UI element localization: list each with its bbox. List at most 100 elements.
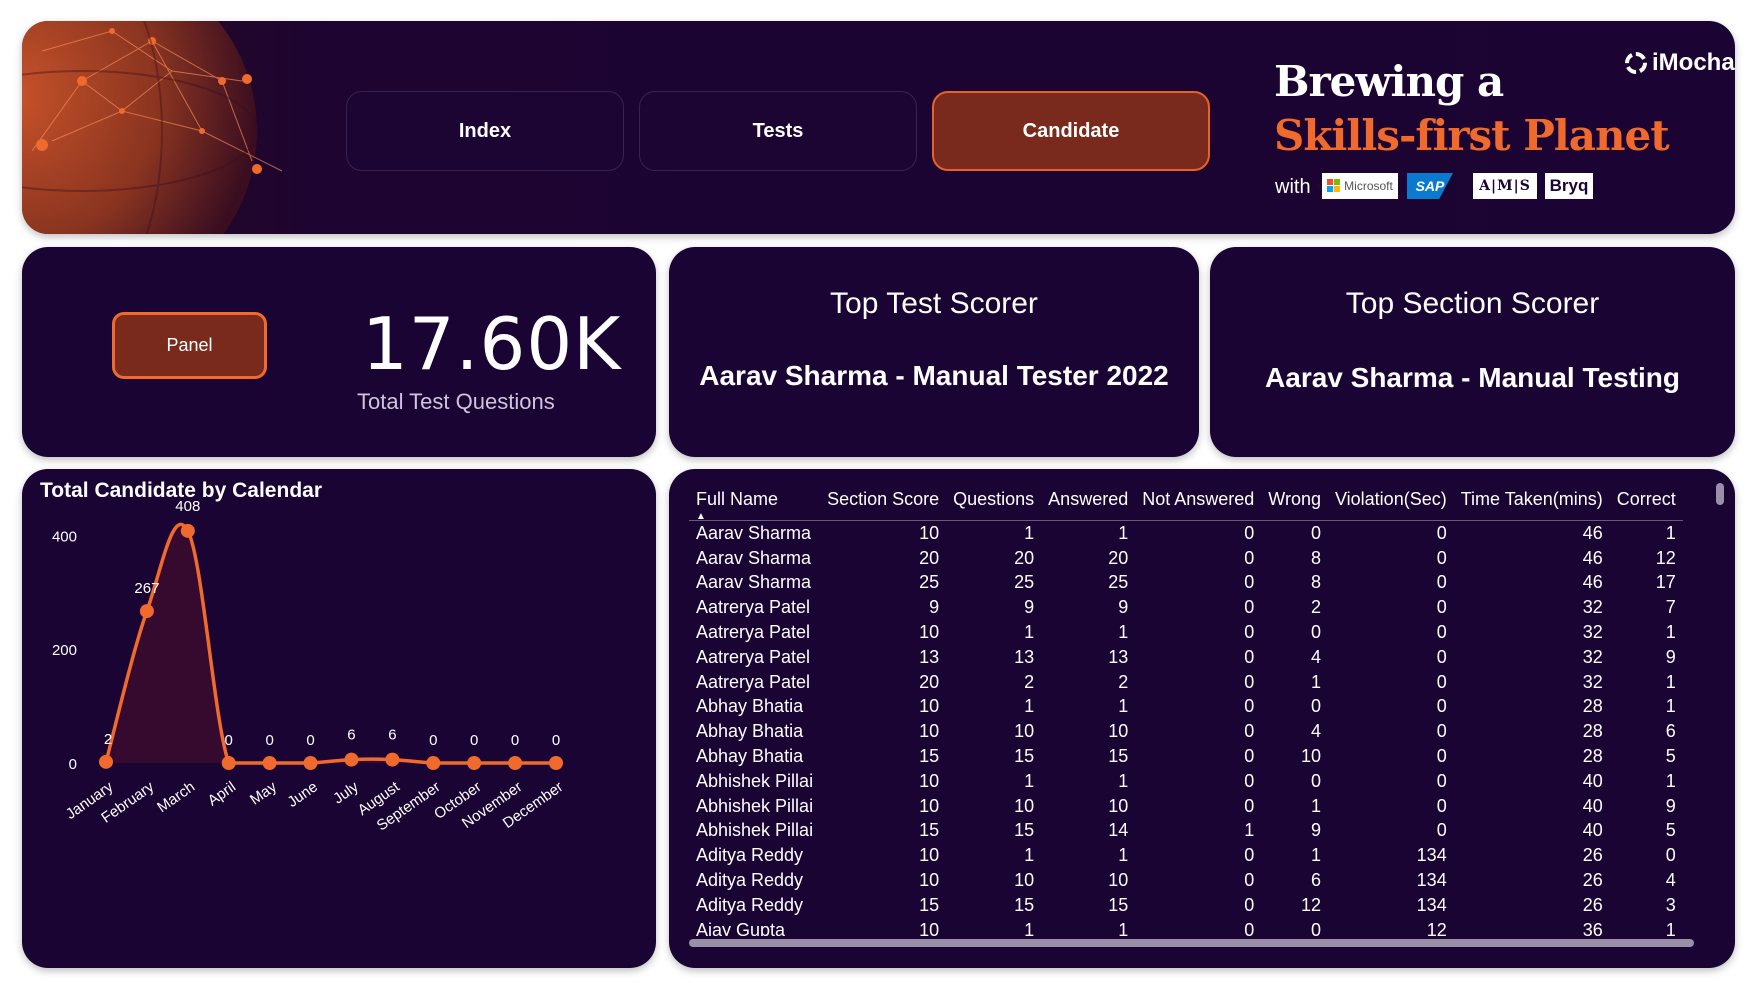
table-row[interactable]: Aarav Sharma 10 1 1 0 0 0 46 1 bbox=[689, 521, 1683, 546]
column-header[interactable]: Answered bbox=[1041, 481, 1136, 521]
calendar-line-chart[interactable]: 020040022674080 0 0 6 6 0 0 0 0JanuaryFebruaryMa… bbox=[22, 469, 656, 968]
table-row[interactable]: Ajay Gupta 10 1 1 0 0 12 36 1 bbox=[689, 918, 1683, 936]
panel-button[interactable]: Panel bbox=[112, 312, 267, 379]
table-row[interactable]: Aditya Reddy 10 1 1 0 1 134 26 0 bbox=[689, 843, 1683, 868]
table-cell: 1 bbox=[1118, 845, 1129, 866]
x-tick-label: April bbox=[205, 778, 239, 809]
header-banner: Index Tests Candidate Brewing a Skills-f… bbox=[22, 21, 1735, 234]
table-cell: 10 bbox=[919, 795, 940, 816]
table-cell: 0 bbox=[1244, 522, 1255, 543]
table-cell: Aarav Sharma bbox=[696, 522, 812, 543]
nav-index-button[interactable]: Index bbox=[346, 91, 624, 171]
column-header[interactable]: Correct bbox=[1609, 481, 1683, 521]
table-row[interactable]: Aditya Reddy 15 15 15 0 12 134 26 3 bbox=[689, 893, 1683, 918]
table-cell: 0 bbox=[1244, 646, 1255, 667]
column-header[interactable]: Not Answered bbox=[1135, 481, 1262, 521]
table-cell: 0 bbox=[1436, 522, 1447, 543]
table-cell: 12 bbox=[1426, 919, 1447, 936]
vertical-scrollbar[interactable] bbox=[1716, 483, 1724, 505]
table-cell: 5 bbox=[1665, 820, 1676, 841]
table-cell: 0 bbox=[1310, 919, 1321, 936]
table-row[interactable]: Abhishek Pillai 15 15 14 1 9 0 40 5 bbox=[689, 819, 1683, 844]
table-row[interactable]: Aatrerya Patel 10 1 1 0 0 0 32 1 bbox=[689, 620, 1683, 645]
table-cell: 1 bbox=[1310, 845, 1321, 866]
table-cell: 25 bbox=[1108, 572, 1129, 593]
table-cell: Aatrerya Patel bbox=[696, 622, 811, 643]
table-cell: 9 bbox=[929, 597, 940, 618]
table-row[interactable]: Aatrerya Patel 20 2 2 0 1 0 32 1 bbox=[689, 670, 1683, 695]
table-row[interactable]: Aatrerya Patel 13 13 13 0 4 0 32 9 bbox=[689, 645, 1683, 670]
table-cell: 46 bbox=[1582, 572, 1603, 593]
nav-candidate-button[interactable]: Candidate bbox=[932, 91, 1210, 171]
candidate-table-scroll-area[interactable]: Full Name ▲ Section Score Questions Answered… bbox=[689, 481, 1714, 936]
table-cell: 0 bbox=[1244, 795, 1255, 816]
column-header[interactable]: Time Taken(mins) bbox=[1453, 481, 1610, 521]
table-cell: 0 bbox=[1244, 870, 1255, 891]
table-cell: 0 bbox=[1244, 547, 1255, 568]
table-row[interactable]: Abhay Bhatia 10 1 1 0 0 0 28 1 bbox=[689, 695, 1683, 720]
table-cell: 10 bbox=[1014, 870, 1035, 891]
table-cell: 0 bbox=[1244, 919, 1255, 936]
table-row[interactable]: Abhay Bhatia 15 15 15 0 10 0 28 5 bbox=[689, 744, 1683, 769]
column-header[interactable]: Violation(Sec) bbox=[1327, 481, 1454, 521]
table-row[interactable]: Aarav Sharma 25 25 25 0 8 0 46 17 bbox=[689, 571, 1683, 596]
column-header[interactable]: Wrong bbox=[1261, 481, 1328, 521]
column-header[interactable]: Questions bbox=[946, 481, 1042, 521]
candidate-table-card: Full Name ▲ Section Score Questions Answered… bbox=[669, 469, 1735, 968]
chart-point bbox=[385, 752, 400, 767]
chart-point bbox=[139, 604, 154, 619]
table-cell: 40 bbox=[1582, 770, 1603, 791]
table-cell: 0 bbox=[1244, 746, 1255, 767]
table-cell: 7 bbox=[1665, 597, 1676, 618]
table-cell: 28 bbox=[1582, 721, 1603, 742]
table-cell: 25 bbox=[1014, 572, 1035, 593]
table-cell: 9 bbox=[1665, 646, 1676, 667]
nav-tests-button[interactable]: Tests bbox=[639, 91, 917, 171]
column-header[interactable]: Section Score bbox=[820, 481, 947, 521]
table-cell: 1 bbox=[1024, 845, 1035, 866]
table-cell: 0 bbox=[1665, 845, 1676, 866]
table-cell: Aditya Reddy bbox=[696, 845, 804, 866]
table-cell: 36 bbox=[1582, 919, 1603, 936]
table-cell: 1 bbox=[1665, 770, 1676, 791]
table-cell: 26 bbox=[1582, 845, 1603, 866]
table-cell: Ajay Gupta bbox=[696, 919, 786, 936]
table-cell: Aatrerya Patel bbox=[696, 597, 811, 618]
kpi-value: 17.60K bbox=[362, 302, 622, 386]
table-row[interactable]: Aditya Reddy 10 10 10 0 6 134 26 4 bbox=[689, 868, 1683, 893]
table-cell: 40 bbox=[1582, 820, 1603, 841]
table-row[interactable]: Abhishek Pillai 10 10 10 0 1 0 40 9 bbox=[689, 794, 1683, 819]
table-cell: 15 bbox=[1014, 894, 1035, 915]
table-cell: 13 bbox=[919, 646, 940, 667]
table-row[interactable]: Abhishek Pillai 10 1 1 0 0 0 40 1 bbox=[689, 769, 1683, 794]
table-row[interactable]: Aarav Sharma 20 20 20 0 8 0 46 12 bbox=[689, 546, 1683, 571]
table-cell: 10 bbox=[919, 622, 940, 643]
chart-area-fill bbox=[106, 524, 556, 763]
table-cell: 15 bbox=[1108, 894, 1129, 915]
table-cell: 46 bbox=[1582, 522, 1603, 543]
table-cell: 13 bbox=[1014, 646, 1035, 667]
table-cell: 0 bbox=[1436, 770, 1447, 791]
column-header[interactable]: Full Name ▲ bbox=[689, 481, 821, 522]
table-cell: 0 bbox=[1244, 671, 1255, 692]
bryq-logo: Bryq bbox=[1545, 173, 1593, 199]
horizontal-scrollbar[interactable] bbox=[689, 939, 1694, 947]
table-cell: 3 bbox=[1665, 894, 1676, 915]
table-cell: 40 bbox=[1582, 795, 1603, 816]
globe-graphic bbox=[22, 21, 283, 234]
table-row[interactable]: Aatrerya Patel 9 9 9 0 2 0 32 7 bbox=[689, 595, 1683, 620]
sap-logo: SAP bbox=[1407, 173, 1453, 199]
chart-point bbox=[221, 756, 236, 770]
data-label: 0 bbox=[265, 732, 273, 749]
table-cell: 1 bbox=[1024, 770, 1035, 791]
table-cell: 1 bbox=[1024, 919, 1035, 936]
table-cell: 0 bbox=[1436, 820, 1447, 841]
table-cell: 1 bbox=[1665, 919, 1676, 936]
top-section-scorer-card: Top Section Scorer Aarav Sharma - Manual… bbox=[1210, 247, 1735, 457]
imocha-logo: iMocha bbox=[1624, 49, 1735, 77]
imocha-mark-icon bbox=[1625, 52, 1647, 74]
table-cell: 10 bbox=[1300, 746, 1321, 767]
table-cell: 15 bbox=[1014, 820, 1035, 841]
table-row[interactable]: Abhay Bhatia 10 10 10 0 4 0 28 6 bbox=[689, 719, 1683, 744]
table-cell: 20 bbox=[919, 547, 940, 568]
